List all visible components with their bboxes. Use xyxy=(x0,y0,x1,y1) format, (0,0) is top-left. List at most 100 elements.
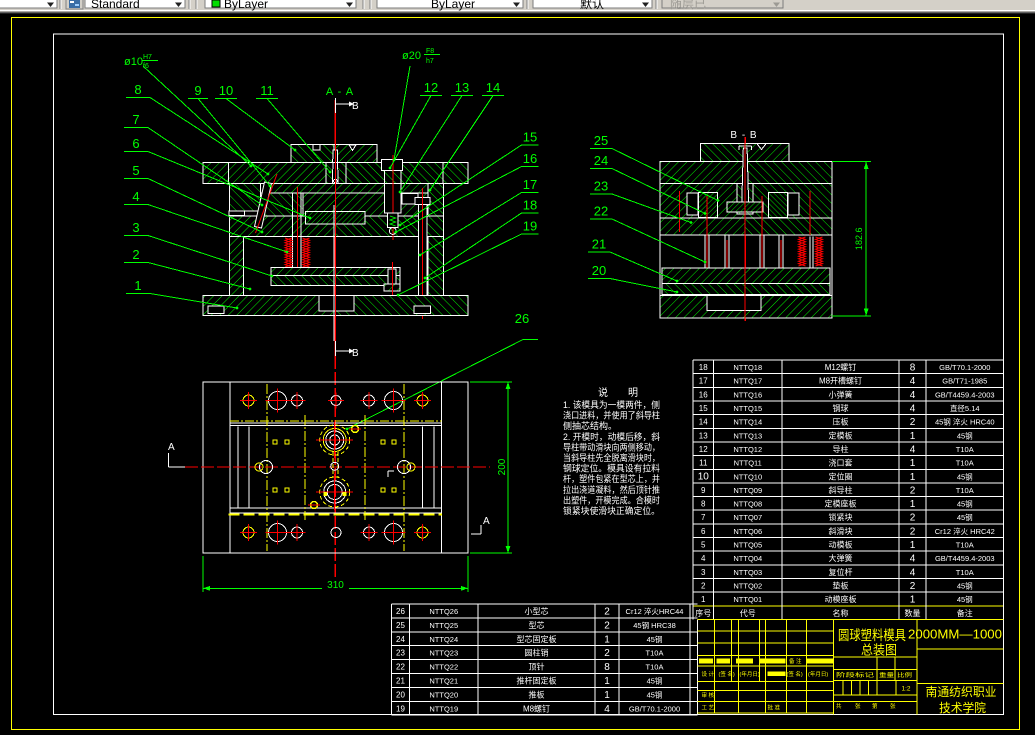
svg-text:(年月日): (年月日) xyxy=(808,670,828,678)
svg-text:13: 13 xyxy=(699,431,708,440)
svg-text:序号: 序号 xyxy=(695,608,711,618)
svg-text:杆，塑件包紧在型芯上，并: 杆，塑件包紧在型芯上，并 xyxy=(563,473,660,484)
svg-text:圆球塑料模具: 圆球塑料模具 xyxy=(838,628,906,643)
svg-text:GB/T4459.4-2003: GB/T4459.4-2003 xyxy=(935,554,995,563)
svg-text:A: A xyxy=(483,516,490,527)
svg-text:25: 25 xyxy=(396,621,405,630)
svg-text:9: 9 xyxy=(194,83,201,98)
svg-text:22: 22 xyxy=(594,204,608,219)
svg-text:10: 10 xyxy=(698,471,710,482)
svg-text:2. 开模时，动模后移，斜: 2. 开模时，动模后移，斜 xyxy=(563,431,660,442)
svg-text:设 计: 设 计 xyxy=(702,670,715,678)
svg-text:动模座板: 动模座板 xyxy=(825,594,857,604)
svg-text:审 核: 审 核 xyxy=(702,691,715,699)
svg-text:NTTQ18: NTTQ18 xyxy=(733,363,762,372)
svg-text:NTTQ24: NTTQ24 xyxy=(429,635,458,644)
svg-text:圆柱销: 圆柱销 xyxy=(525,648,549,658)
svg-text:GB/T70.1-2000: GB/T70.1-2000 xyxy=(939,363,990,372)
svg-text:8: 8 xyxy=(604,662,610,673)
svg-text:45钢: 45钢 xyxy=(647,689,663,699)
svg-text:浇口套: 浇口套 xyxy=(829,458,853,468)
svg-text:1: 1 xyxy=(604,676,610,687)
svg-text:2: 2 xyxy=(910,513,916,524)
svg-text:8: 8 xyxy=(910,363,916,374)
svg-text:备注: 备注 xyxy=(957,608,973,618)
svg-text:拉出浇道凝料，然后顶针推: 拉出浇道凝料，然后顶针推 xyxy=(563,484,660,495)
svg-text:9: 9 xyxy=(701,486,706,495)
svg-text:NTTQ05: NTTQ05 xyxy=(733,541,762,550)
svg-text:2: 2 xyxy=(910,526,916,537)
svg-text:22: 22 xyxy=(396,663,405,672)
svg-text:导柱带动滑块向两侧移动，: 导柱带动滑块向两侧移动， xyxy=(563,441,660,452)
svg-text:8: 8 xyxy=(134,82,141,97)
svg-text:20: 20 xyxy=(592,263,606,278)
svg-text:GB/T70.1-2000: GB/T70.1-2000 xyxy=(629,704,680,713)
svg-text:NTTQ15: NTTQ15 xyxy=(733,404,762,413)
svg-text:4: 4 xyxy=(910,444,916,455)
svg-text:推板: 推板 xyxy=(529,689,545,699)
svg-text:型芯: 型芯 xyxy=(529,620,545,630)
svg-text:ByLayer: ByLayer xyxy=(224,0,268,11)
svg-text:4: 4 xyxy=(910,390,916,401)
svg-text:14: 14 xyxy=(486,80,500,95)
svg-text:Standard: Standard xyxy=(91,0,140,11)
svg-text:12: 12 xyxy=(699,445,708,454)
svg-text:NTTQ06: NTTQ06 xyxy=(733,527,762,536)
svg-text:A - A: A - A xyxy=(326,86,354,98)
svg-text:出塑件，开模完成。合模时: 出塑件，开模完成。合模时 xyxy=(563,494,660,505)
svg-text:Cr12 淬火HRC44: Cr12 淬火HRC44 xyxy=(626,606,684,616)
svg-text:T10A: T10A xyxy=(956,541,974,550)
svg-text:NTTQ19: NTTQ19 xyxy=(429,704,458,713)
svg-text:19: 19 xyxy=(523,219,537,234)
svg-text:推杆固定板: 推杆固定板 xyxy=(517,676,557,686)
svg-text:1. 该模具为一模两件，侧: 1. 该模具为一模两件，侧 xyxy=(563,399,660,410)
svg-text:钢球定位。模具设有拉料: 钢球定位。模具设有拉料 xyxy=(563,463,660,474)
svg-text:18: 18 xyxy=(523,198,537,213)
svg-text:17: 17 xyxy=(523,177,537,192)
svg-text:张: 张 xyxy=(855,702,861,710)
svg-text:总装图: 总装图 xyxy=(861,643,897,658)
svg-text:2: 2 xyxy=(910,485,916,496)
svg-text:ø20: ø20 xyxy=(402,50,421,62)
svg-text:310: 310 xyxy=(327,580,344,591)
svg-text:24: 24 xyxy=(594,153,608,168)
svg-text:18: 18 xyxy=(699,363,708,372)
svg-text:M8开槽螺钉: M8开槽螺钉 xyxy=(819,376,862,386)
svg-text:直径5.14: 直径5.14 xyxy=(950,403,980,413)
svg-text:25: 25 xyxy=(594,133,608,148)
svg-text:24: 24 xyxy=(396,635,405,644)
svg-text:数量: 数量 xyxy=(905,608,921,618)
svg-text:小型芯: 小型芯 xyxy=(525,606,549,616)
svg-text:NTTQ04: NTTQ04 xyxy=(733,554,762,563)
svg-text:23: 23 xyxy=(594,179,608,194)
svg-text:NTTQ21: NTTQ21 xyxy=(429,677,458,686)
svg-text:2: 2 xyxy=(910,417,916,428)
svg-text:批 准: 批 准 xyxy=(768,704,781,712)
svg-text:1: 1 xyxy=(134,278,141,293)
svg-text:45钢: 45钢 xyxy=(957,471,973,481)
svg-text:h7: h7 xyxy=(426,58,434,65)
svg-text:NTTQ03: NTTQ03 xyxy=(733,568,762,577)
svg-text:3: 3 xyxy=(132,220,139,235)
svg-text:说 明: 说 明 xyxy=(598,386,638,399)
svg-text:8: 8 xyxy=(701,500,706,509)
svg-text:2000MM—1000: 2000MM—1000 xyxy=(908,627,1002,642)
svg-text:45钢: 45钢 xyxy=(957,512,973,522)
svg-text:锁紧块使滑块正确定位。: 锁紧块使滑块正确定位。 xyxy=(563,505,660,516)
svg-text:GB/T71-1985: GB/T71-1985 xyxy=(942,377,987,386)
svg-text:NTTQ16: NTTQ16 xyxy=(733,390,762,399)
svg-text:4: 4 xyxy=(701,554,706,563)
svg-text:名称: 名称 xyxy=(833,608,849,618)
svg-text:17: 17 xyxy=(699,377,708,386)
svg-text:锁紧块: 锁紧块 xyxy=(829,512,853,522)
svg-text:复位杆: 复位杆 xyxy=(829,567,853,577)
svg-text:1: 1 xyxy=(910,540,916,551)
svg-text:型芯固定板: 型芯固定板 xyxy=(517,634,557,644)
svg-text:7: 7 xyxy=(701,513,706,522)
svg-text:ø10: ø10 xyxy=(124,56,143,68)
svg-text:小弹簧: 小弹簧 xyxy=(829,389,853,399)
svg-text:45钢 HRC38: 45钢 HRC38 xyxy=(633,620,676,630)
svg-text:11: 11 xyxy=(699,459,708,468)
svg-text:1:2: 1:2 xyxy=(901,686,910,693)
svg-text:45钢: 45钢 xyxy=(647,634,663,644)
